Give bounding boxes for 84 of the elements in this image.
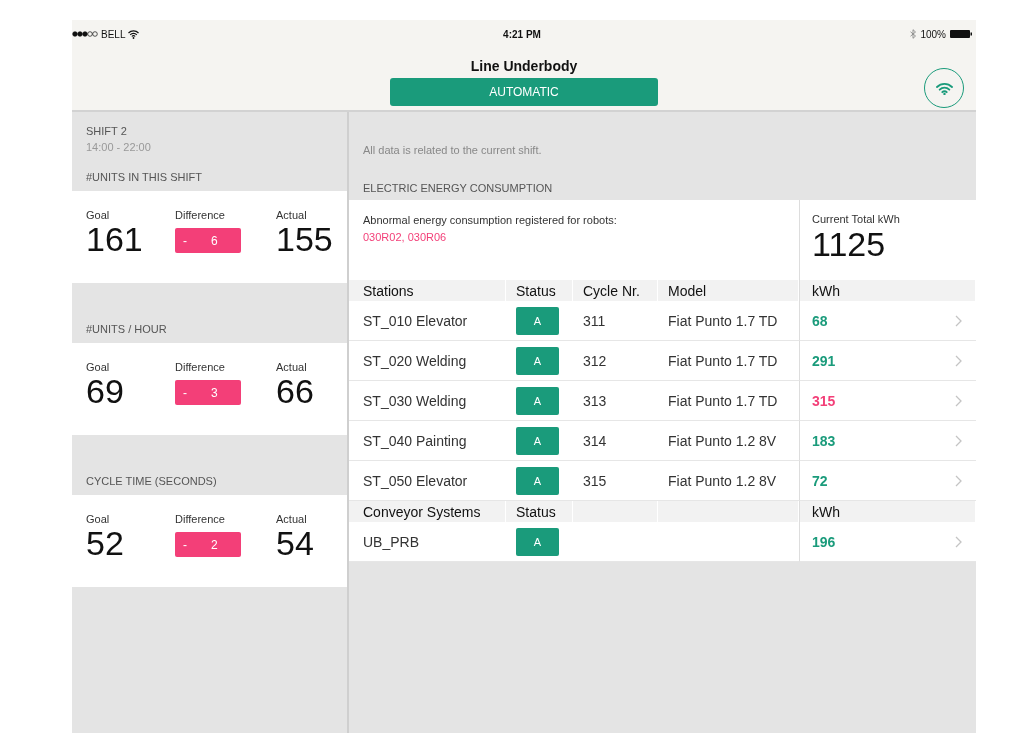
status-badge: A bbox=[516, 527, 559, 556]
screen-title: Line Underbody bbox=[470, 58, 578, 74]
section-title: ELECTRIC ENERGY CONSUMPTION bbox=[362, 181, 554, 196]
difference-sign: - bbox=[183, 233, 187, 248]
difference-value: 3 bbox=[211, 385, 218, 400]
status-badge: A bbox=[516, 346, 559, 375]
table-cell: UB_PRB bbox=[349, 522, 506, 562]
shift-hours: 14:00 - 22:00 bbox=[86, 141, 152, 153]
column-header: Stations bbox=[349, 280, 506, 301]
table-cell: ST_050 Elevator bbox=[349, 461, 506, 501]
actual-label: Actual bbox=[276, 209, 308, 221]
goal-label: Goal bbox=[86, 209, 111, 221]
kwh-cell[interactable]: 291 bbox=[799, 341, 976, 381]
alert-message: Abnormal energy consumption registered for robots: bbox=[363, 214, 618, 226]
kwh-cell[interactable]: 183 bbox=[799, 421, 976, 461]
chevron-right-icon bbox=[955, 535, 962, 548]
difference-label: Difference bbox=[175, 513, 226, 525]
mode-button[interactable]: AUTOMATIC bbox=[390, 78, 658, 106]
table-cell: ST_020 Welding bbox=[349, 341, 506, 381]
clock: 4:21 PM bbox=[503, 28, 541, 40]
status-badge: A bbox=[516, 426, 559, 455]
table-cell: 313 bbox=[573, 381, 658, 421]
chevron-right-icon bbox=[955, 474, 962, 487]
difference-value: 6 bbox=[211, 233, 218, 248]
goal-label: Goal bbox=[86, 513, 111, 525]
table-cell: Fiat Punto 1.7 TD bbox=[658, 301, 799, 341]
column-header: kWh bbox=[799, 280, 976, 301]
difference-sign: - bbox=[183, 385, 187, 400]
column-header: Cycle Nr. bbox=[573, 280, 658, 301]
carrier-name: BELL bbox=[101, 28, 126, 40]
column-header: kWh bbox=[799, 501, 976, 522]
total-label: Current Total kWh bbox=[812, 213, 901, 225]
chevron-right-icon bbox=[955, 394, 962, 407]
actual-label: Actual bbox=[276, 513, 308, 525]
table-cell: Fiat Punto 1.7 TD bbox=[658, 341, 799, 381]
total-value: 1125 bbox=[812, 225, 887, 263]
section-title: #UNITS IN THIS SHIFT bbox=[85, 171, 203, 185]
table-cell: 314 bbox=[573, 421, 658, 461]
shift-name: SHIFT 2 bbox=[86, 125, 128, 137]
actual-value: 155 bbox=[276, 221, 334, 257]
status-badge: A bbox=[516, 386, 559, 415]
chevron-right-icon bbox=[955, 434, 962, 447]
table-cell: ST_030 Welding bbox=[349, 381, 506, 421]
section-title: CYCLE TIME (SECONDS) bbox=[85, 475, 218, 489]
table-cell: ST_010 Elevator bbox=[349, 301, 506, 341]
actual-value: 66 bbox=[276, 373, 315, 409]
kwh-cell[interactable]: 68 bbox=[799, 301, 976, 341]
signal-icon bbox=[72, 31, 98, 37]
kwh-cell[interactable]: 196 bbox=[799, 522, 976, 562]
table-cell: Fiat Punto 1.2 8V bbox=[658, 421, 799, 461]
table-cell: 315 bbox=[573, 461, 658, 501]
column-header: Status bbox=[506, 280, 573, 301]
wifi-icon bbox=[128, 29, 140, 39]
column-header: Conveyor Systems bbox=[349, 501, 506, 522]
battery-icon bbox=[950, 30, 972, 38]
chevron-right-icon bbox=[955, 354, 962, 367]
column-header: Model bbox=[658, 280, 799, 301]
status-badge: A bbox=[516, 306, 559, 335]
difference-label: Difference bbox=[175, 209, 226, 221]
table-cell: 311 bbox=[573, 301, 658, 341]
section-title: #UNITS / HOUR bbox=[85, 323, 168, 337]
actual-value: 54 bbox=[276, 525, 315, 561]
difference-value: 2 bbox=[211, 537, 218, 552]
bluetooth-icon bbox=[910, 29, 917, 39]
table-cell: Fiat Punto 1.2 8V bbox=[658, 461, 799, 501]
status-badge: A bbox=[516, 466, 559, 495]
difference-label: Difference bbox=[175, 361, 226, 373]
chevron-right-icon bbox=[955, 314, 962, 327]
column-header: Status bbox=[506, 501, 573, 522]
info-note: All data is related to the current shift. bbox=[362, 143, 543, 156]
table-cell: Fiat Punto 1.7 TD bbox=[658, 381, 799, 421]
goal-value: 52 bbox=[86, 525, 125, 561]
goal-value: 69 bbox=[86, 373, 125, 409]
kwh-cell[interactable]: 72 bbox=[799, 461, 976, 501]
goal-value: 161 bbox=[86, 221, 144, 257]
wifi-icon bbox=[935, 81, 953, 95]
robot-list: 030R02, 030R06 bbox=[363, 231, 785, 243]
table-cell: 312 bbox=[573, 341, 658, 381]
actual-label: Actual bbox=[276, 361, 308, 373]
battery-level: 100% bbox=[920, 28, 946, 40]
difference-sign: - bbox=[183, 537, 187, 552]
table-cell: ST_040 Painting bbox=[349, 421, 506, 461]
kwh-cell[interactable]: 315 bbox=[799, 381, 976, 421]
goal-label: Goal bbox=[86, 361, 111, 373]
